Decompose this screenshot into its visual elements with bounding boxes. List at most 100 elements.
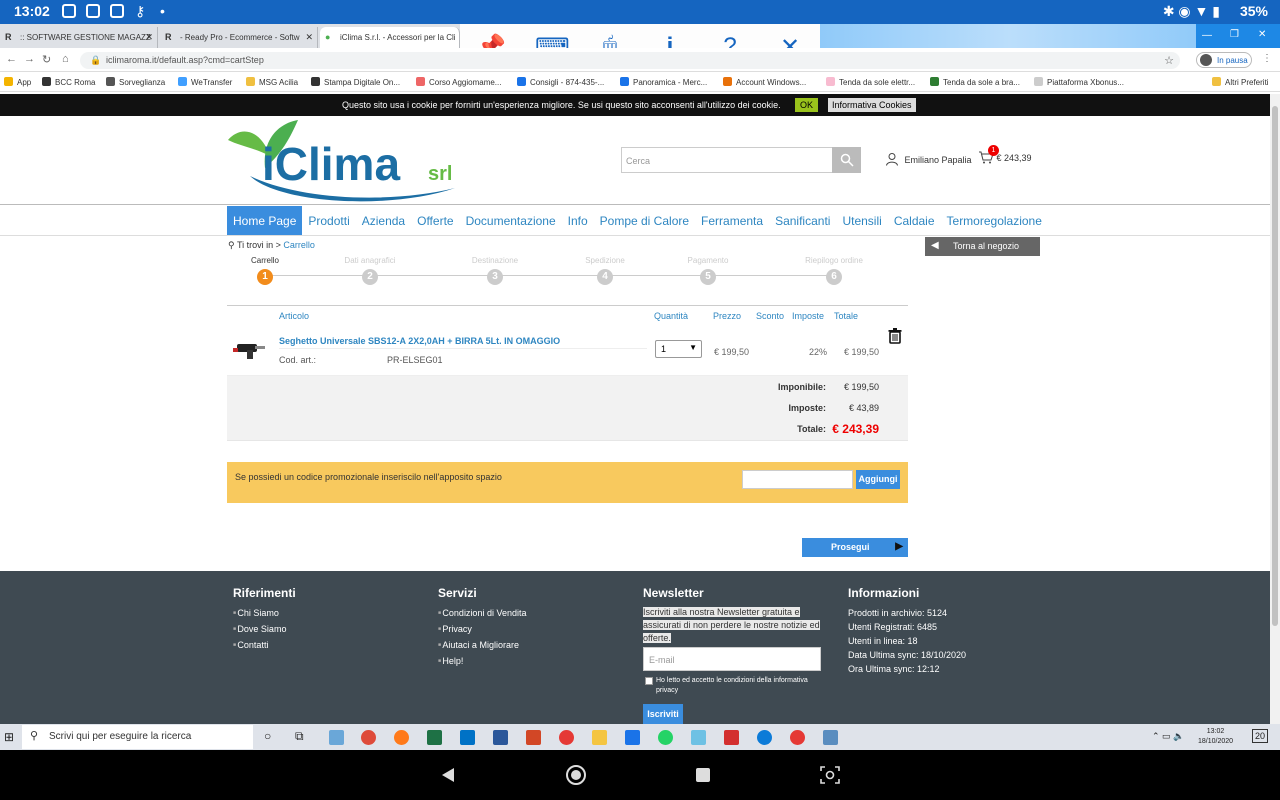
bookmark-item[interactable]: Account Windows... [723, 77, 806, 87]
home-icon[interactable]: ⌂ [62, 53, 69, 65]
quantity-select[interactable]: 1 ▼ [655, 340, 702, 358]
proceed-button[interactable]: Prosegui ▶ [802, 538, 908, 557]
footer-link[interactable]: Help! [438, 656, 526, 666]
menu-icon[interactable]: ⋮ [1262, 53, 1272, 64]
privacy-checkbox[interactable] [645, 677, 653, 685]
firefox-icon[interactable] [394, 730, 409, 745]
calendar-icon[interactable] [625, 730, 640, 745]
star-icon[interactable]: ☆ [1164, 54, 1174, 67]
bookmark-item[interactable]: BCC Roma [42, 77, 95, 87]
bookmark-item[interactable]: Piattaforma Xbonus... [1034, 77, 1124, 87]
strawberry-app-icon[interactable] [559, 730, 574, 745]
close-window-icon[interactable]: ✕ [1258, 29, 1266, 40]
reload-icon[interactable]: ↻ [42, 53, 51, 66]
breadcrumb-current[interactable]: Carrello [283, 240, 315, 250]
outlook-icon[interactable] [460, 730, 475, 745]
url-field[interactable]: 🔒 iclimaroma.it/default.asp?cmd=cartStep… [80, 52, 1180, 69]
product-image [233, 344, 265, 359]
cookie-info-button[interactable]: Informativa Cookies [828, 98, 916, 112]
add-promo-button[interactable]: Aggiungi [856, 470, 900, 489]
menu-item-documentazione[interactable]: Documentazione [460, 206, 562, 236]
bookmark-item[interactable]: Sorveglianza [106, 77, 165, 87]
footer-link[interactable]: Dove Siamo [233, 624, 296, 634]
footer-link[interactable]: Aiutaci a Migliorare [438, 640, 526, 650]
bookmark-item[interactable]: Tenda da sole elettr... [826, 77, 915, 87]
footer-link[interactable]: Contatti [233, 640, 296, 650]
close-tab-icon[interactable]: ✕ [145, 32, 153, 43]
back-icon[interactable] [440, 767, 456, 783]
menu-item-sanificanti[interactable]: Sanificanti [769, 206, 836, 236]
cookie-ok-button[interactable]: OK [795, 98, 819, 112]
promo-code-input[interactable] [742, 470, 853, 489]
minimize-icon[interactable]: — [1202, 30, 1212, 41]
footer-link[interactable]: Condizioni di Vendita [438, 608, 526, 618]
close-tab-icon[interactable]: ✕ [305, 32, 313, 43]
screenshot-icon[interactable] [820, 766, 840, 784]
bookmark-folder[interactable]: Altri Preferiti [1212, 77, 1269, 87]
bookmark-item[interactable]: App [4, 77, 31, 87]
taskbar-app-icon[interactable] [329, 730, 344, 745]
back-to-shop-button[interactable]: ◀ Torna al negozio [925, 237, 1040, 256]
word-icon[interactable] [493, 730, 508, 745]
powerpoint-icon[interactable] [526, 730, 541, 745]
taskbar-search[interactable]: ⚲ Scrivi qui per eseguire la ricerca [22, 725, 253, 749]
back-arrow-icon[interactable]: ← [6, 53, 17, 65]
bookmark-item[interactable]: Panoramica - Merc... [620, 77, 707, 87]
home-button-icon[interactable] [565, 764, 587, 786]
search-button[interactable] [832, 147, 861, 173]
forward-arrow-icon[interactable]: → [24, 53, 35, 65]
menu-item-info[interactable]: Info [562, 206, 594, 236]
browser-tab[interactable]: R - Ready Pro - Ecommerce - Softw ✕ [160, 27, 318, 48]
task-view-icon[interactable]: ⧉ [295, 729, 304, 744]
bookmark-item[interactable]: Consigli - 874-435-... [517, 77, 604, 87]
menu-item-home[interactable]: Home Page [227, 206, 303, 236]
menu-item-azienda[interactable]: Azienda [356, 206, 411, 236]
chrome-icon[interactable] [361, 730, 376, 745]
recents-icon[interactable] [696, 768, 710, 782]
acrobat-icon[interactable] [724, 730, 739, 745]
excel-icon[interactable] [427, 730, 442, 745]
menu-item-caldaie[interactable]: Caldaie [888, 206, 941, 236]
subscribe-button[interactable]: Iscriviti [643, 704, 683, 724]
page-scrollbar[interactable] [1270, 94, 1280, 724]
menu-item-termoregolazione[interactable]: Termoregolazione [941, 206, 1048, 236]
remote-desktop-icon[interactable] [823, 730, 838, 745]
menu-item-prodotti[interactable]: Prodotti [302, 206, 355, 236]
footer-col-servizi: Servizi Condizioni di Vendita Privacy Ai… [438, 586, 526, 672]
menu-item-offerte[interactable]: Offerte [411, 206, 459, 236]
bookmark-item[interactable]: Corso Aggiomame... [416, 77, 501, 87]
bookmark-item[interactable]: WeTransfer [178, 77, 232, 87]
system-tray-icons[interactable]: ⌃ ▭ 🔈 [1152, 731, 1184, 742]
search-input[interactable]: Cerca [621, 147, 833, 173]
bookmark-item[interactable]: MSG Acilia [246, 77, 298, 87]
edge-icon[interactable] [757, 730, 772, 745]
cookie-text: Questo sito usa i cookie per fornirti un… [342, 100, 781, 110]
user-account-link[interactable]: Emiliano Papalia [885, 152, 972, 166]
footer-link[interactable]: Chi Siamo [233, 608, 296, 618]
menu-item-utensili[interactable]: Utensili [836, 206, 887, 236]
cortana-icon[interactable]: ○ [264, 729, 271, 743]
trash-icon[interactable] [888, 328, 902, 344]
file-explorer-icon[interactable] [592, 730, 607, 745]
tab-title: iClima S.r.l. - Accessori per la Cli [340, 33, 456, 42]
scrollbar-thumb[interactable] [1272, 106, 1278, 626]
browser-tab-active[interactable]: ● iClima S.r.l. - Accessori per la Cli [320, 27, 460, 48]
menu-item-pompe-di-calore[interactable]: Pompe di Calore [594, 206, 695, 236]
taskbar-app-icon[interactable] [691, 730, 706, 745]
taskbar-clock[interactable]: 13:02 18/10/2020 [1198, 727, 1233, 747]
newsletter-email-input[interactable]: E-mail [643, 647, 821, 671]
cart-link[interactable]: 1 € 243,39 [978, 145, 1032, 164]
notification-icon[interactable]: 20 [1252, 729, 1269, 743]
whatsapp-icon[interactable] [658, 730, 673, 745]
maximize-icon[interactable]: ❐ [1230, 29, 1239, 40]
menu-item-ferramenta[interactable]: Ferramenta [695, 206, 769, 236]
browser-tab[interactable]: R :: SOFTWARE GESTIONE MAGAZZ ✕ [0, 27, 158, 48]
product-name-link[interactable]: Seghetto Universale SBS12-A 2X2,0AH + BI… [279, 336, 560, 346]
profile-button[interactable]: In pausa [1196, 52, 1252, 68]
step-destinazione: Destinazione 3 [455, 256, 535, 285]
footer-link[interactable]: Privacy [438, 624, 526, 634]
strawberry-app-icon[interactable] [790, 730, 805, 745]
bookmark-item[interactable]: Tenda da sole a bra... [930, 77, 1020, 87]
bookmark-item[interactable]: Stampa Digitale On... [311, 77, 400, 87]
windows-start-icon[interactable]: ⊞ [4, 730, 14, 744]
